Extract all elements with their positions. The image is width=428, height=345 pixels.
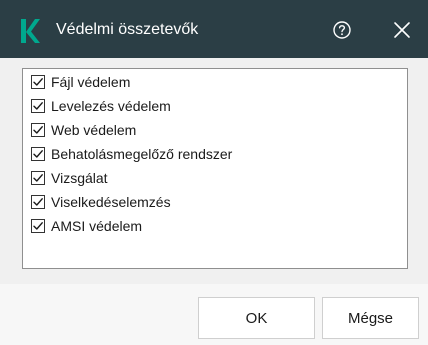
- checkmark-icon: [33, 126, 43, 134]
- checkmark-icon: [33, 174, 43, 182]
- kaspersky-logo-icon: [21, 19, 40, 43]
- checkmark-icon: [33, 150, 43, 158]
- component-checkbox[interactable]: [31, 219, 45, 233]
- title-bar: Védelmi összetevők: [0, 0, 428, 58]
- component-item[interactable]: Vizsgálat: [23, 166, 407, 190]
- component-item[interactable]: Viselkedéselemzés: [23, 190, 407, 214]
- component-item[interactable]: Web védelem: [23, 118, 407, 142]
- component-checkbox[interactable]: [31, 171, 45, 185]
- component-checkbox[interactable]: [31, 99, 45, 113]
- components-list: Fájl védelem Levelezés védelem Web védelem…: [22, 68, 408, 269]
- component-label: Fájl védelem: [51, 74, 131, 90]
- checkmark-icon: [33, 78, 43, 86]
- checkmark-icon: [33, 102, 43, 110]
- dialog-window: Védelmi összetevők Fájl védelem Levelezés…: [0, 0, 428, 345]
- component-item[interactable]: Behatolásmegelőző rendszer: [23, 142, 407, 166]
- component-label: Behatolásmegelőző rendszer: [51, 146, 233, 162]
- component-label: AMSI védelem: [51, 218, 143, 234]
- component-label: Viselkedéselemzés: [51, 194, 171, 210]
- component-checkbox[interactable]: [31, 147, 45, 161]
- cancel-button[interactable]: Mégse: [322, 297, 419, 339]
- close-icon[interactable]: [391, 19, 413, 41]
- dialog-title: Védelmi összetevők: [56, 21, 199, 38]
- component-checkbox[interactable]: [31, 123, 45, 137]
- component-item[interactable]: AMSI védelem: [23, 214, 407, 238]
- component-label: Vizsgálat: [51, 170, 108, 186]
- component-item[interactable]: Fájl védelem: [23, 70, 407, 94]
- component-checkbox[interactable]: [31, 75, 45, 89]
- checkmark-icon: [33, 222, 43, 230]
- component-label: Web védelem: [51, 122, 137, 138]
- checkmark-icon: [33, 198, 43, 206]
- ok-button[interactable]: OK: [198, 297, 315, 339]
- component-item[interactable]: Levelezés védelem: [23, 94, 407, 118]
- help-icon[interactable]: [331, 19, 353, 41]
- component-label: Levelezés védelem: [51, 98, 171, 114]
- component-checkbox[interactable]: [31, 195, 45, 209]
